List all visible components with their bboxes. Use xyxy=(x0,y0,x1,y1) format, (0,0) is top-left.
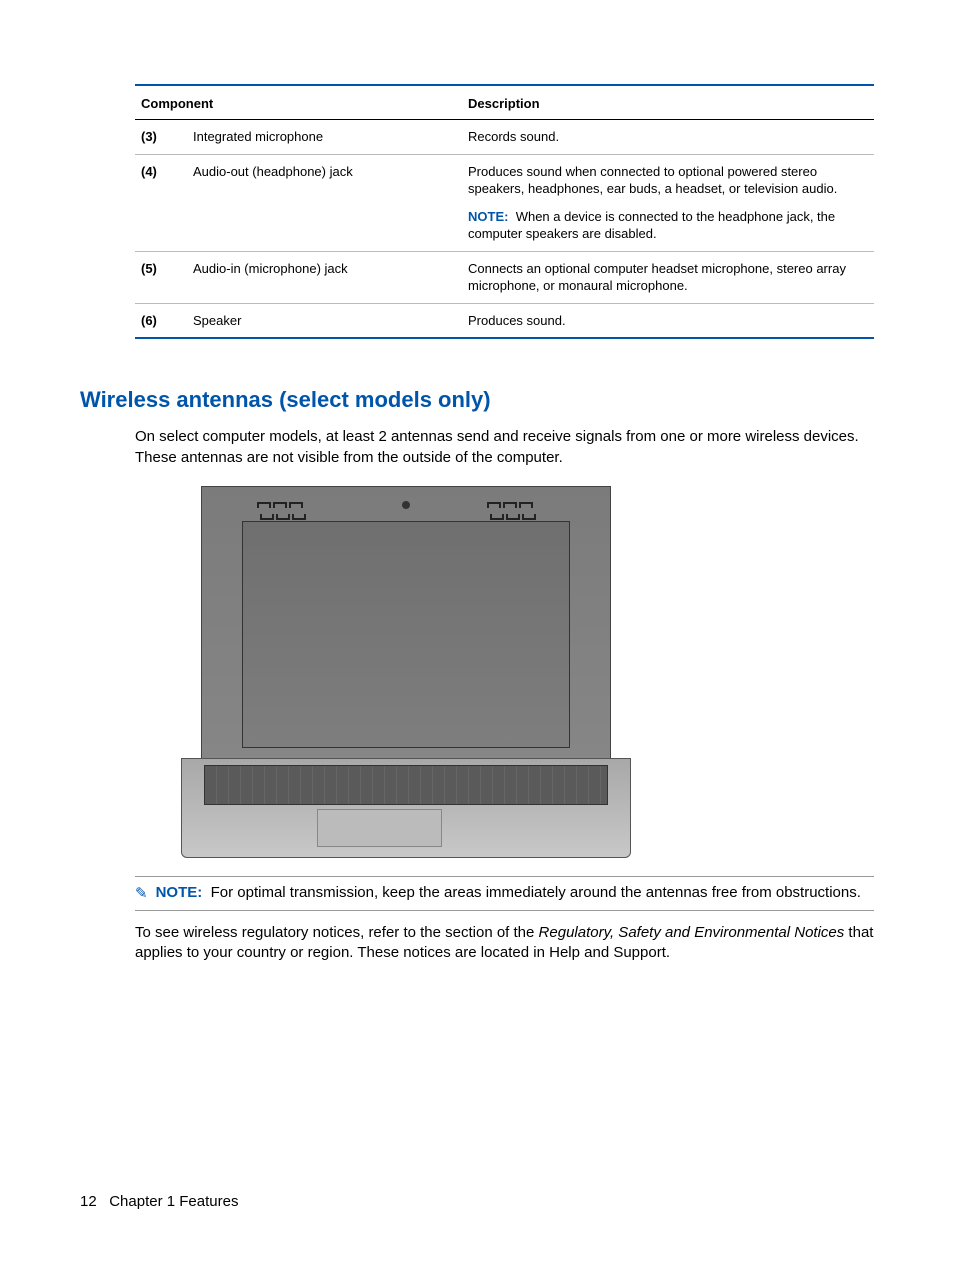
intro-paragraph: On select computer models, at least 2 an… xyxy=(135,427,874,468)
inline-note-label: NOTE: xyxy=(468,209,508,224)
antenna-left-icon xyxy=(257,495,317,515)
row-num: (4) xyxy=(135,154,187,251)
table-row: (4) Audio-out (headphone) jack Produces … xyxy=(135,154,874,251)
table-row: (6) Speaker Produces sound. xyxy=(135,303,874,338)
laptop-illustration xyxy=(175,486,635,866)
row-description: Records sound. xyxy=(462,120,874,155)
reg-part1: To see wireless regulatory notices, refe… xyxy=(135,924,539,941)
th-component: Component xyxy=(135,85,462,120)
note-text: For optimal transmission, keep the areas… xyxy=(211,884,861,901)
inline-note-text: When a device is connected to the headph… xyxy=(468,209,835,242)
webcam-icon xyxy=(402,501,410,509)
table-row: (3) Integrated microphone Records sound. xyxy=(135,120,874,155)
chapter-label: Chapter 1 Features xyxy=(109,1193,238,1210)
row-component: Audio-out (headphone) jack xyxy=(187,154,462,251)
antenna-right-icon xyxy=(487,495,547,515)
laptop-screen xyxy=(242,521,570,748)
row-component: Audio-in (microphone) jack xyxy=(187,251,462,303)
row-description: Connects an optional computer headset mi… xyxy=(462,251,874,303)
table-row: (5) Audio-in (microphone) jack Connects … xyxy=(135,251,874,303)
touchpad-icon xyxy=(317,809,442,847)
regulatory-paragraph: To see wireless regulatory notices, refe… xyxy=(135,923,874,964)
note-label: NOTE: xyxy=(156,884,203,901)
laptop-base xyxy=(181,758,631,858)
note-icon: ✎ xyxy=(135,884,148,904)
row-description: Produces sound. xyxy=(462,303,874,338)
page-footer: 12 Chapter 1 Features xyxy=(80,1193,238,1210)
component-table: Component Description (3) Integrated mic… xyxy=(135,84,874,339)
reg-italic: Regulatory, Safety and Environmental Not… xyxy=(539,924,845,941)
th-description: Description xyxy=(462,85,874,120)
keyboard-icon xyxy=(204,765,608,805)
row-component: Speaker xyxy=(187,303,462,338)
note-callout: ✎ NOTE: For optimal transmission, keep t… xyxy=(135,876,874,911)
row-description: Produces sound when connected to optiona… xyxy=(462,154,874,251)
row-num: (6) xyxy=(135,303,187,338)
row-desc-text: Produces sound when connected to optiona… xyxy=(468,164,837,197)
row-component: Integrated microphone xyxy=(187,120,462,155)
section-heading: Wireless antennas (select models only) xyxy=(80,387,874,413)
page-number: 12 xyxy=(80,1193,97,1210)
row-num: (5) xyxy=(135,251,187,303)
row-num: (3) xyxy=(135,120,187,155)
